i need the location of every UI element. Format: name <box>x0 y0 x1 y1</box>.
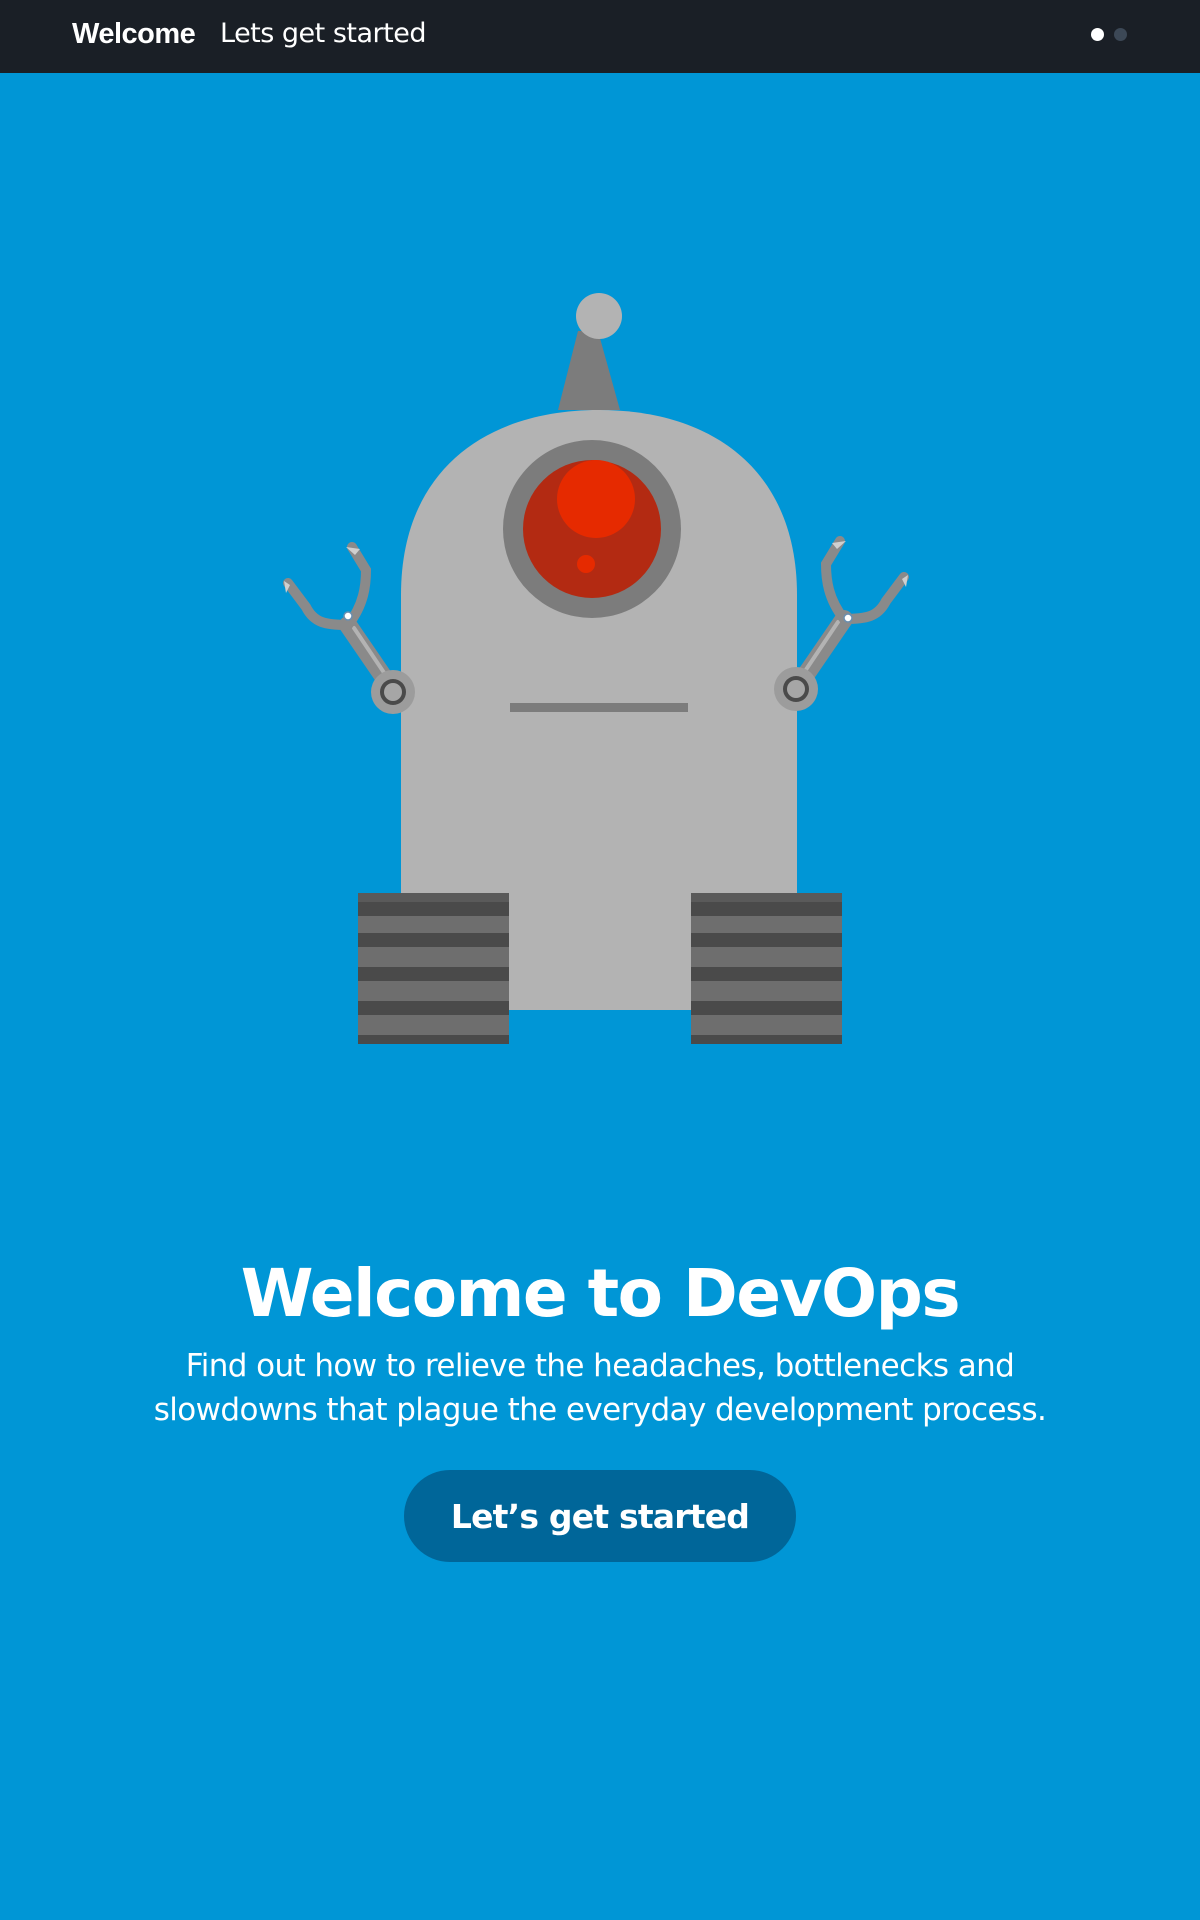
page-title: Welcome <box>72 18 196 50</box>
pagination-dots <box>1091 28 1127 41</box>
pagination-dot-1[interactable] <box>1091 28 1104 41</box>
top-bar: Welcome Lets get started <box>0 0 1200 73</box>
pagination-dot-2[interactable] <box>1114 28 1127 41</box>
get-started-button[interactable]: Let’s get started <box>404 1470 796 1562</box>
robot-illustration <box>276 285 924 1050</box>
page-subtitle: Lets get started <box>220 18 426 49</box>
description-line-1: Find out how to relieve the headaches, b… <box>185 1348 1015 1384</box>
welcome-headline: Welcome to DevOps <box>240 1255 961 1333</box>
robot-icon <box>283 293 909 1044</box>
description-line-2: slowdowns that plague the everyday devel… <box>153 1392 1047 1428</box>
welcome-description: Find out how to relieve the headaches, b… <box>150 1344 1050 1432</box>
